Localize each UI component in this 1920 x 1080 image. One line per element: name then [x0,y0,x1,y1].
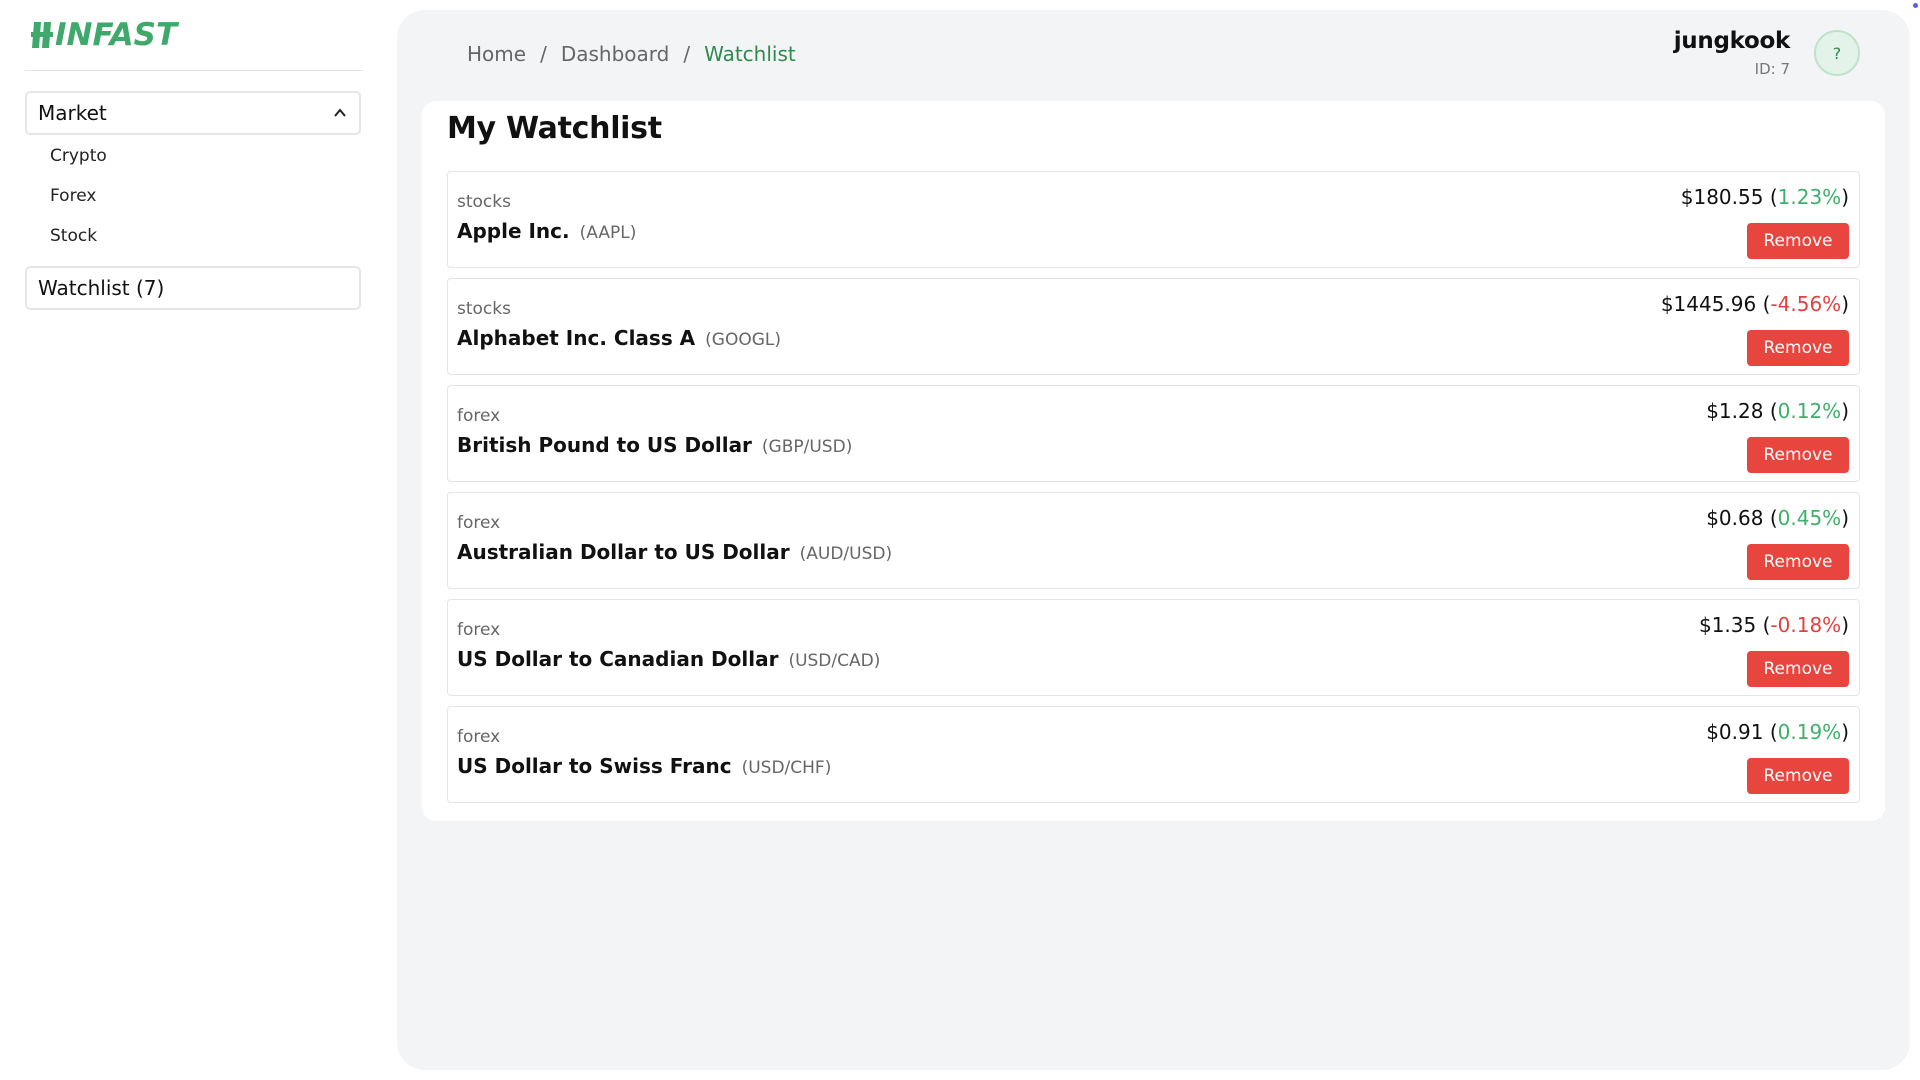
item-change: -4.56% [1770,292,1842,316]
item-name: US Dollar to Swiss Franc [457,754,732,778]
item-symbol: (GBP/USD) [761,437,853,457]
breadcrumb-dashboard[interactable]: Dashboard [561,42,670,66]
logo-mark-icon [31,22,53,48]
corner-indicator [1913,3,1918,8]
item-price-line: $0.91 (0.19%) [1706,720,1849,744]
item-change: -0.18% [1770,613,1842,637]
item-price: $1.28 [1706,399,1764,423]
watchlist-panel: My Watchlist stocks Apple Inc. (AAPL) $1… [422,101,1885,821]
item-price-line: $1.28 (0.12%) [1706,399,1849,423]
item-name: Australian Dollar to US Dollar [457,540,790,564]
item-name: Alphabet Inc. Class A [457,326,696,350]
breadcrumb-current: Watchlist [704,42,796,66]
item-symbol: (USD/CHF) [741,758,832,778]
sidebar-item-label: Watchlist (7) [38,276,165,300]
item-symbol: (AUD/USD) [799,544,893,564]
breadcrumb-separator: / [683,42,691,66]
remove-button[interactable]: Remove [1747,651,1849,687]
sidebar-item-market[interactable]: Market [25,91,361,135]
item-price-line: $180.55 (1.23%) [1680,185,1849,209]
item-name-line: Apple Inc. (AAPL) [457,219,636,243]
remove-button[interactable]: Remove [1747,437,1849,473]
item-change: 1.23% [1777,185,1842,209]
sidebar-item-forex[interactable]: Forex [50,186,96,206]
item-name: US Dollar to Canadian Dollar [457,647,779,671]
page-title: My Watchlist [447,111,662,146]
list-item: forex British Pound to US Dollar (GBP/US… [447,385,1860,482]
item-symbol: (AAPL) [579,223,637,243]
user-name: jungkook [1673,28,1791,54]
item-symbol: (GOOGL) [705,330,782,350]
item-price: $0.68 [1706,506,1764,530]
remove-button[interactable]: Remove [1747,223,1849,259]
breadcrumb-separator: / [540,42,547,66]
item-price-line: $1.35 (-0.18%) [1698,613,1849,637]
item-category: stocks [457,299,511,319]
breadcrumb: Home / Dashboard / Watchlist [467,42,796,66]
item-name-line: US Dollar to Swiss Franc (USD/CHF) [457,754,831,778]
item-price: $0.91 [1706,720,1764,744]
list-item: stocks Alphabet Inc. Class A (GOOGL) $14… [447,278,1860,375]
item-name-line: Australian Dollar to US Dollar (AUD/USD) [457,540,892,564]
sidebar-item-stock[interactable]: Stock [50,226,97,246]
item-price: $1445.96 [1660,292,1757,316]
item-price: $180.55 [1680,185,1764,209]
sidebar-item-label: Market [38,101,107,125]
main-content: Home / Dashboard / Watchlist jungkook ID… [397,10,1910,1070]
remove-button[interactable]: Remove [1747,758,1849,794]
item-category: forex [457,513,501,533]
item-change: 0.19% [1777,720,1842,744]
item-price: $1.35 [1698,613,1757,637]
avatar[interactable]: ? [1814,30,1860,76]
list-item: stocks Apple Inc. (AAPL) $180.55 (1.23%)… [447,171,1860,268]
item-category: forex [457,727,501,747]
sidebar-item-crypto[interactable]: Crypto [50,146,107,166]
item-symbol: (USD/CAD) [788,651,881,671]
item-category: forex [457,620,501,640]
item-name: British Pound to US Dollar [457,433,752,457]
item-price-line: $0.68 (0.45%) [1706,506,1849,530]
list-item: forex US Dollar to Swiss Franc (USD/CHF)… [447,706,1860,803]
item-change: 0.45% [1777,506,1842,530]
remove-button[interactable]: Remove [1747,544,1849,580]
item-name-line: Alphabet Inc. Class A (GOOGL) [457,326,781,350]
item-category: stocks [457,192,511,212]
sidebar: INFAST Market Crypto Forex Stock Watchli… [0,0,396,1080]
breadcrumb-home[interactable]: Home [467,42,526,66]
item-change: 0.12% [1777,399,1842,423]
item-name-line: US Dollar to Canadian Dollar (USD/CAD) [457,647,880,671]
remove-button[interactable]: Remove [1747,330,1849,366]
chevron-up-icon[interactable] [333,106,347,120]
list-item: forex Australian Dollar to US Dollar (AU… [447,492,1860,589]
watchlist-list: stocks Apple Inc. (AAPL) $180.55 (1.23%)… [447,171,1860,813]
logo-text: INFAST [55,17,178,53]
user-info: jungkook ID: 7 [1673,28,1791,78]
logo[interactable]: INFAST [31,17,178,53]
sidebar-item-watchlist[interactable]: Watchlist (7) [25,266,361,310]
list-item: forex US Dollar to Canadian Dollar (USD/… [447,599,1860,696]
item-name-line: British Pound to US Dollar (GBP/USD) [457,433,852,457]
sidebar-divider [25,70,363,71]
item-category: forex [457,406,501,426]
item-price-line: $1445.96 (-4.56%) [1660,292,1849,316]
item-name: Apple Inc. [457,219,570,243]
user-id: ID: 7 [1754,60,1790,78]
